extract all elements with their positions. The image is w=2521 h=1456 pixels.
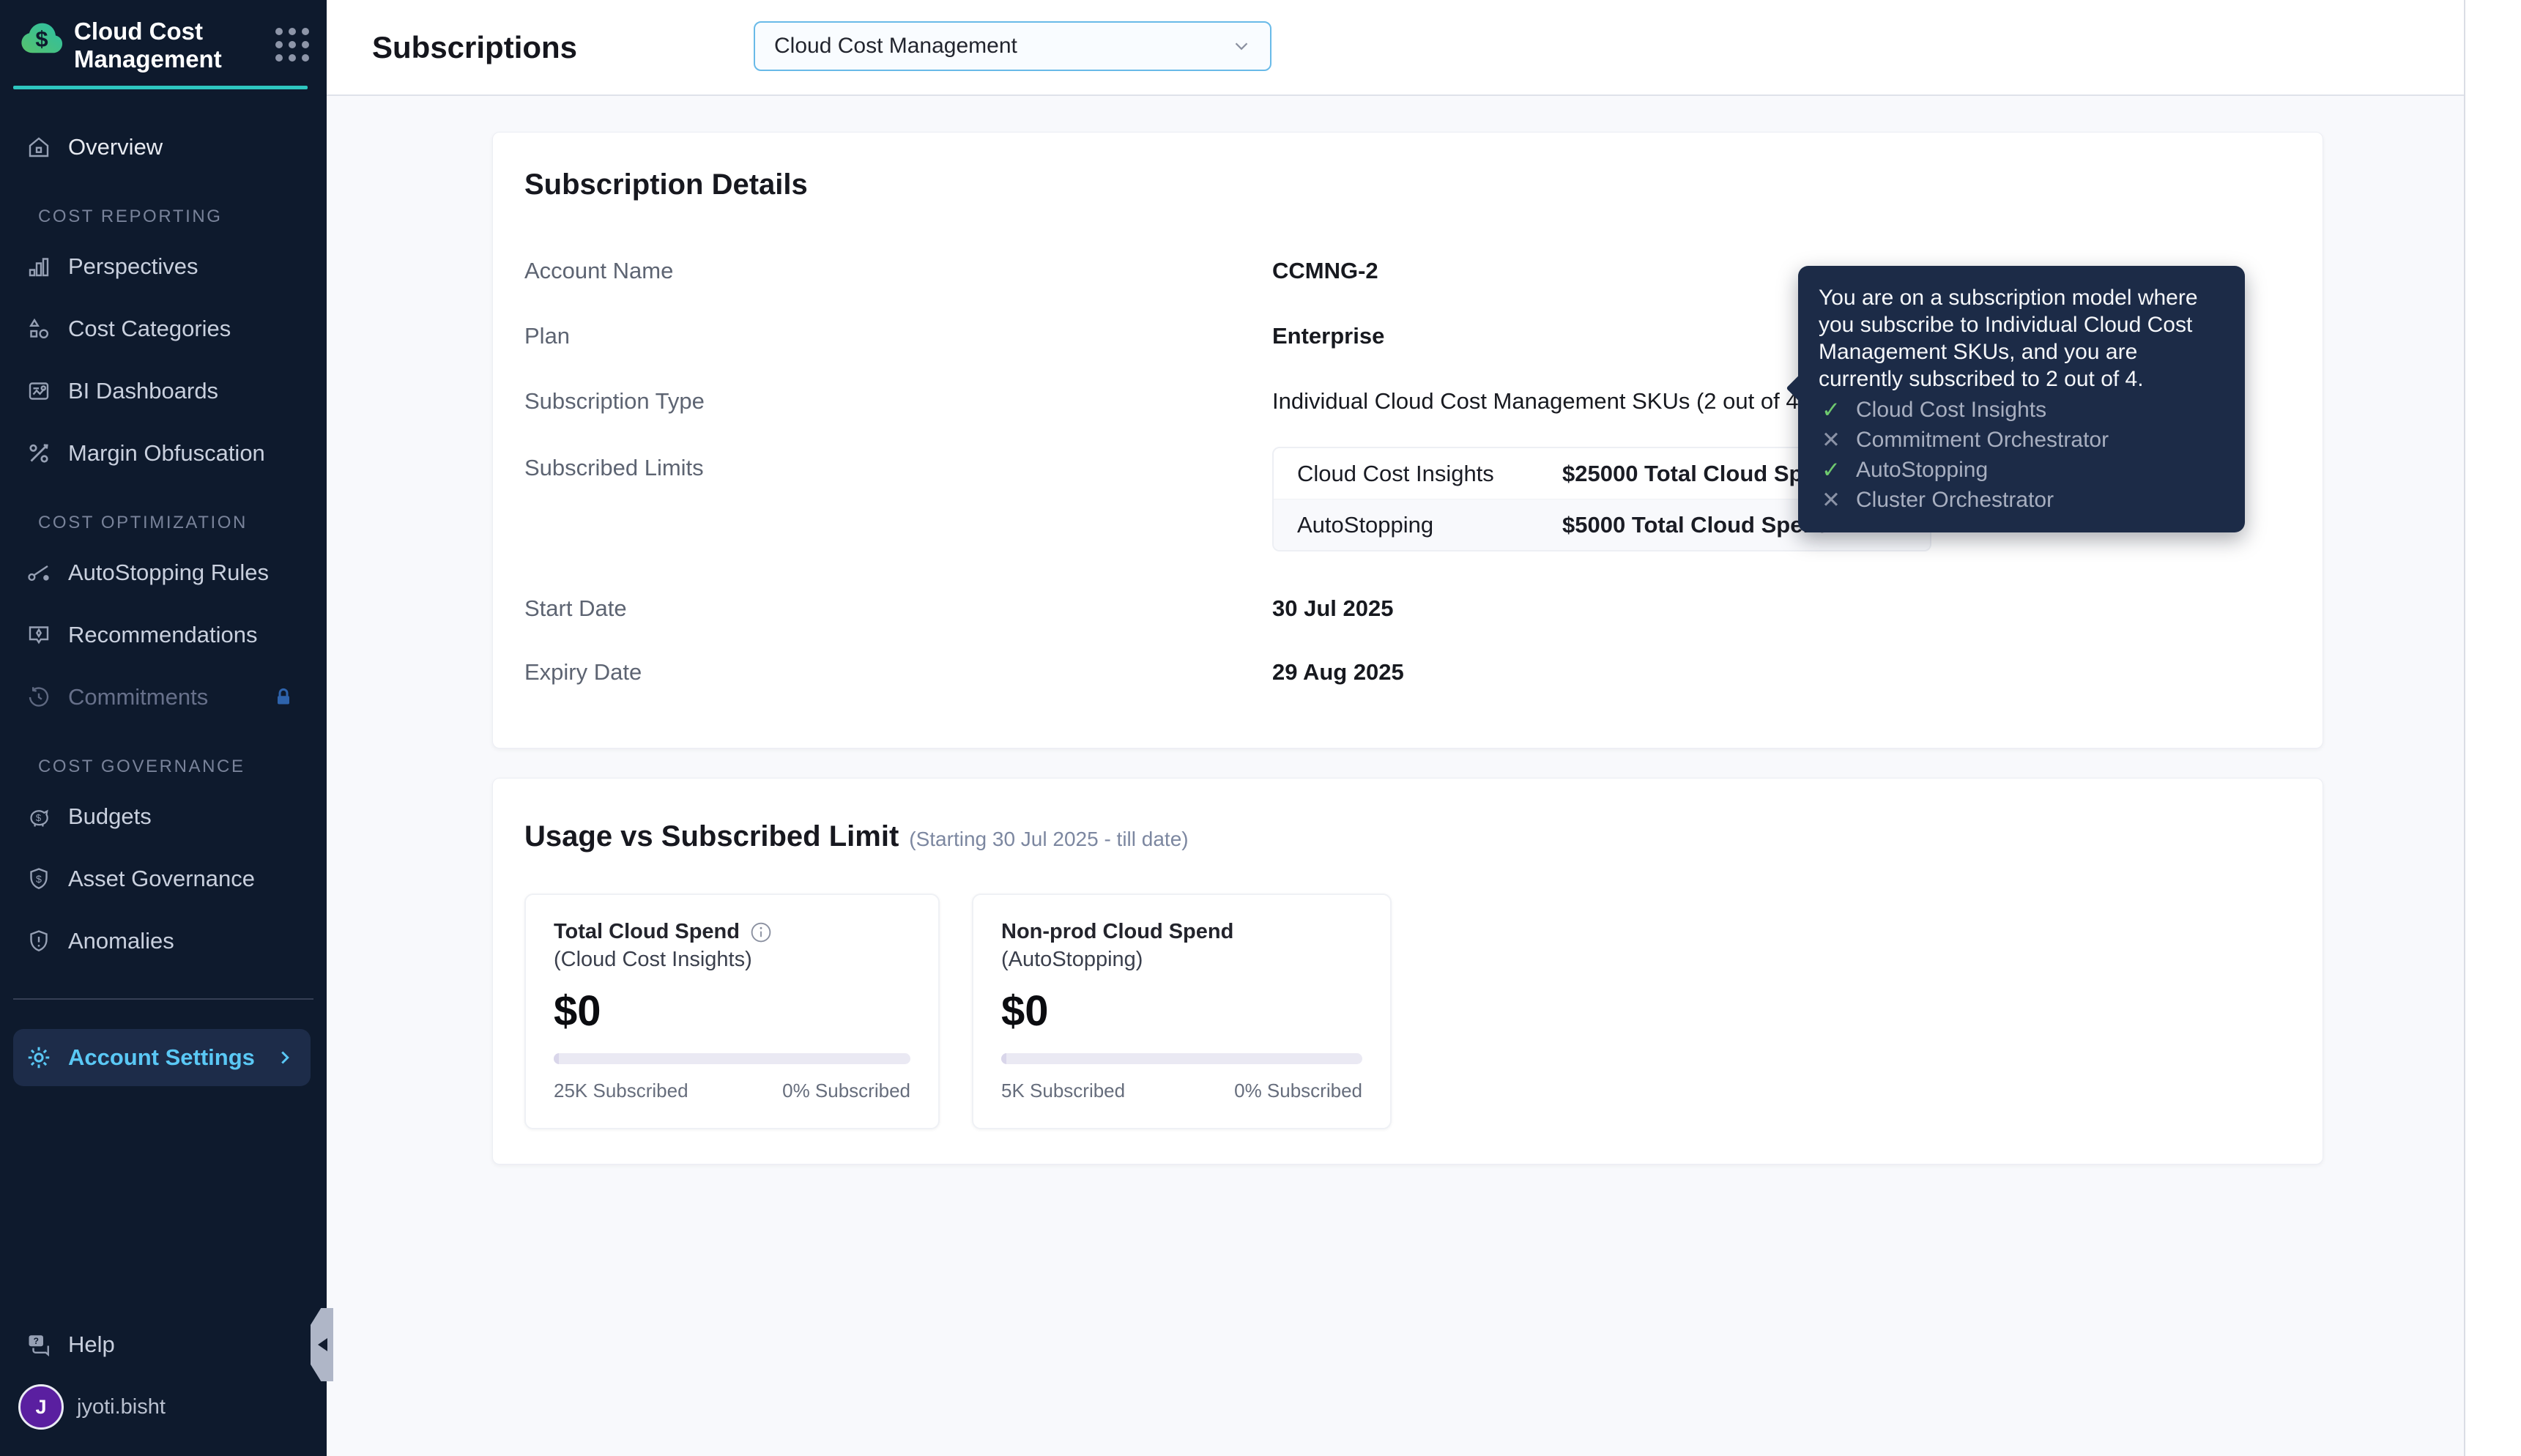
usage-card: Usage vs Subscribed Limit (Starting 30 J…: [492, 778, 2323, 1165]
main-area: Subscriptions Cloud Cost Management Subs…: [327, 0, 2464, 1456]
section-cost-reporting: COST REPORTING: [38, 207, 223, 226]
usage-progress-bar: [1001, 1053, 1362, 1064]
sidebar-item-commitments[interactable]: Commitments: [0, 666, 327, 728]
svg-text:$: $: [36, 812, 41, 823]
shield-alert-icon: [26, 928, 52, 954]
x-icon: [1819, 426, 1844, 453]
help-chat-icon: ?: [26, 1331, 52, 1358]
usage-amount: $0: [1001, 987, 1049, 1035]
gear-icon: [26, 1044, 52, 1071]
tooltip-sku-row: Cloud Cost Insights: [1819, 395, 2224, 425]
x-icon: [1819, 486, 1844, 513]
page-title: Subscriptions: [372, 29, 578, 64]
avatar: J: [18, 1384, 64, 1430]
recommendations-icon: [26, 622, 52, 648]
info-icon[interactable]: [750, 921, 772, 943]
sidebar-item-autostopping-rules[interactable]: AutoStopping Rules: [0, 541, 327, 603]
expiry-date-row: Expiry Date 29 Aug 2025: [524, 659, 1404, 685]
sidebar-item-perspectives[interactable]: Perspectives: [0, 235, 327, 297]
home-icon: [26, 134, 52, 160]
subscribed-limit-label: 25K Subscribed: [554, 1080, 688, 1102]
sidebar-bottom: ? Help J jyoti.bisht: [0, 1318, 327, 1456]
logo-row: $ Cloud Cost Management: [0, 0, 327, 73]
sidebar: $ Cloud Cost Management Overview COST RE…: [0, 0, 327, 1456]
svg-text:$: $: [35, 26, 48, 52]
account-name-value: CCMNG-2: [1272, 258, 1378, 283]
usage-subtitle: (Starting 30 Jul 2025 - till date): [909, 828, 1189, 850]
usage-card-subtitle: (AutoStopping): [1001, 948, 1143, 971]
svg-text:$: $: [36, 874, 42, 885]
usage-card-subtitle: (Cloud Cost Insights): [554, 948, 752, 971]
usage-progress-bar: [554, 1053, 910, 1064]
chevron-down-icon: [1230, 35, 1252, 57]
sidebar-item-budgets[interactable]: $ Budgets: [0, 785, 327, 847]
sidebar-item-recommendations[interactable]: Recommendations: [0, 603, 327, 666]
tooltip-text: You are on a subscription model where yo…: [1819, 286, 2198, 391]
sidebar-item-bi-dashboards[interactable]: BI Dashboards: [0, 360, 327, 422]
sidebar-item-margin-obfuscation[interactable]: Margin Obfuscation: [0, 422, 327, 484]
check-icon: [1819, 396, 1844, 423]
usage-title-row: Usage vs Subscribed Limit (Starting 30 J…: [524, 820, 2291, 854]
subscribed-limit-label: 5K Subscribed: [1001, 1080, 1126, 1102]
subscription-type-tooltip: You are on a subscription model where yo…: [1798, 266, 2245, 532]
autostopping-icon: [26, 560, 52, 586]
start-date-row: Start Date 30 Jul 2025: [524, 595, 1394, 621]
sidebar-item-cost-categories[interactable]: Cost Categories: [0, 297, 327, 360]
usage-title: Usage vs Subscribed Limit: [524, 820, 899, 853]
percent-used-label: 0% Subscribed: [782, 1080, 910, 1102]
subscription-type-value: Individual Cloud Cost Management SKUs (2…: [1272, 389, 1841, 414]
commitments-icon: [26, 684, 52, 710]
module-accent-rule: [13, 86, 308, 89]
bar-chart-icon: [26, 253, 52, 280]
sidebar-item-overview[interactable]: Overview: [0, 116, 327, 178]
shield-dollar-icon: $: [26, 866, 52, 892]
piggy-bank-icon: $: [26, 803, 52, 830]
app-title: Cloud Cost Management: [74, 18, 222, 73]
usage-amount: $0: [554, 987, 601, 1035]
section-cost-governance: COST GOVERNANCE: [38, 757, 245, 776]
percent-icon: [26, 440, 52, 467]
start-date-value: 30 Jul 2025: [1272, 595, 1394, 621]
expiry-date-value: 29 Aug 2025: [1272, 659, 1404, 685]
non-prod-cloud-spend-card: Non-prod Cloud Spend (AutoStopping) $0 5…: [972, 894, 1392, 1129]
check-icon: [1819, 456, 1844, 483]
section-cost-optimization: COST OPTIMIZATION: [38, 513, 248, 532]
sidebar-nav: Overview COST REPORTING Perspectives Cos…: [0, 116, 327, 1086]
subscription-details-title: Subscription Details: [524, 168, 808, 201]
cloud-cost-logo-icon: $: [21, 23, 63, 53]
app-root: $ Cloud Cost Management Overview COST RE…: [0, 0, 2521, 1456]
chevron-right-icon: [274, 1047, 296, 1069]
dashboard-image-icon: [26, 378, 52, 404]
total-cloud-spend-card: Total Cloud Spend (Cloud Cost Insights) …: [524, 894, 940, 1129]
page-header: Subscriptions Cloud Cost Management: [327, 0, 2464, 96]
right-strip: [2464, 0, 2521, 1456]
module-select[interactable]: Cloud Cost Management: [754, 21, 1271, 71]
plan-value: Enterprise: [1272, 323, 1385, 349]
usage-card-title: Non-prod Cloud Spend: [1001, 920, 1234, 943]
module-select-value: Cloud Cost Management: [774, 34, 1017, 58]
usage-card-title: Total Cloud Spend: [554, 920, 740, 943]
percent-used-label: 0% Subscribed: [1234, 1080, 1362, 1102]
tooltip-sku-row: Cluster Orchestrator: [1819, 485, 2224, 515]
user-name: jyoti.bisht: [77, 1394, 166, 1419]
sidebar-item-account-settings[interactable]: Account Settings: [13, 1029, 311, 1086]
lock-icon: [272, 686, 294, 708]
tooltip-sku-row: AutoStopping: [1819, 455, 2224, 485]
tooltip-sku-row: Commitment Orchestrator: [1819, 425, 2224, 455]
module-grid-icon[interactable]: [275, 28, 309, 62]
sidebar-item-asset-governance[interactable]: $ Asset Governance: [0, 847, 327, 910]
help-button[interactable]: ? Help: [0, 1318, 327, 1371]
shapes-icon: [26, 316, 52, 342]
svg-text:?: ?: [34, 1336, 39, 1346]
sidebar-item-anomalies[interactable]: Anomalies: [0, 910, 327, 972]
sidebar-divider: [13, 998, 313, 1000]
user-profile[interactable]: J jyoti.bisht: [0, 1371, 327, 1446]
collapse-left-icon: [311, 1338, 327, 1351]
